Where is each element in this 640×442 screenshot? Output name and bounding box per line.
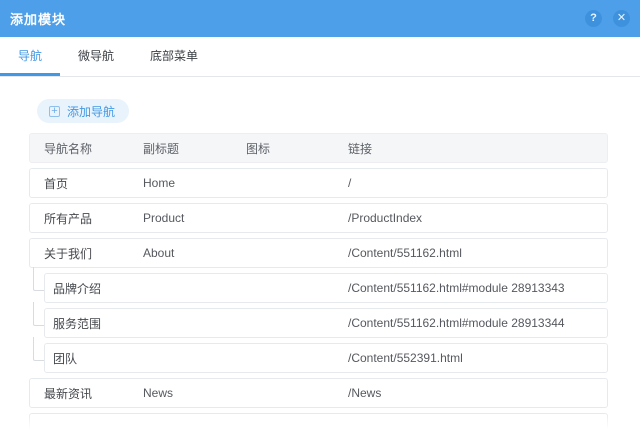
table-header-row: 导航名称 副标题 图标 链接 [29,133,608,163]
table-row[interactable]: 团队 /Content/552391.html [44,343,608,373]
row-name: 服务范围 [53,315,348,332]
row-name: 团队 [53,350,348,367]
header-buttons: ? ✕ [585,10,630,27]
dialog-header: 添加模块 ? ✕ [0,0,640,37]
plus-icon: + [49,106,60,117]
close-icon: ✕ [617,13,626,24]
row-subtitle: About [143,246,246,260]
row-name: 最新资讯 [44,385,143,402]
tab-label: 导航 [18,47,42,64]
column-header-subtitle: 副标题 [143,140,246,157]
add-navigation-button[interactable]: + 添加导航 [37,99,129,123]
row-link: /Content/551162.html [348,246,607,260]
dialog-content: + 添加导航 导航名称 副标题 图标 链接 首页 Home / 所有产品 Pro… [0,77,640,442]
table-row[interactable]: 所有产品 Product /ProductIndex [29,203,608,233]
row-link: /Content/551162.html#module 28913343 [348,281,607,295]
row-link: /News [348,386,607,400]
table-row[interactable]: 首页 Home / [29,168,608,198]
table-row-partial[interactable] [29,413,608,442]
row-name: 首页 [44,175,143,192]
table-body: 首页 Home / 所有产品 Product /ProductIndex 关于我… [29,168,608,408]
row-link: /Content/552391.html [348,351,607,365]
table-row[interactable]: 最新资讯 News /News [29,378,608,408]
row-link: /ProductIndex [348,211,607,225]
row-subtitle: Product [143,211,246,225]
table-row[interactable]: 关于我们 About /Content/551162.html [29,238,608,268]
add-module-dialog: 添加模块 ? ✕ 导航 微导航 底部菜单 + 添加导航 导航名称 [0,0,640,442]
table-row[interactable]: 品牌介绍 /Content/551162.html#module 2891334… [44,273,608,303]
row-name: 品牌介绍 [53,280,348,297]
row-name: 关于我们 [44,245,143,262]
tab-footer-menu[interactable]: 底部菜单 [132,37,216,76]
tab-bar: 导航 微导航 底部菜单 [0,37,640,77]
tab-micro-navigation[interactable]: 微导航 [60,37,132,76]
tab-label: 底部菜单 [150,47,198,64]
table-row[interactable]: 服务范围 /Content/551162.html#module 2891334… [44,308,608,338]
add-navigation-label: 添加导航 [67,103,115,120]
row-link: /Content/551162.html#module 28913344 [348,316,607,330]
dialog-title: 添加模块 [10,9,66,28]
help-icon: ? [590,13,597,24]
help-button[interactable]: ? [585,10,602,27]
row-subtitle: News [143,386,246,400]
row-link: / [348,176,607,190]
column-header-link: 链接 [348,140,607,157]
tab-label: 微导航 [78,47,114,64]
navigation-table: 导航名称 副标题 图标 链接 首页 Home / 所有产品 Product /P… [29,133,608,442]
tab-navigation[interactable]: 导航 [0,37,60,76]
row-subtitle: Home [143,176,246,190]
column-header-icon: 图标 [246,140,348,157]
row-name: 所有产品 [44,210,143,227]
close-button[interactable]: ✕ [613,10,630,27]
column-header-name: 导航名称 [44,140,143,157]
